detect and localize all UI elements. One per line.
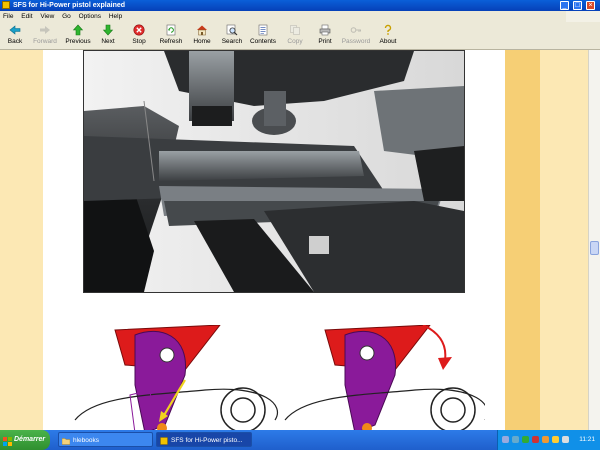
contents-button[interactable]: Contents [248, 24, 278, 45]
page-right-margin [540, 50, 588, 430]
forward-arrow-icon [39, 24, 51, 36]
start-button[interactable]: Démarrer [0, 430, 50, 450]
tray-icon-alert[interactable] [552, 436, 559, 443]
back-arrow-icon [9, 24, 21, 36]
menu-edit[interactable]: Edit [18, 11, 35, 22]
contents-icon [257, 24, 269, 36]
content-area [0, 50, 600, 430]
down-arrow-icon [102, 24, 114, 36]
title-bar[interactable]: SFS for Hi-Power pistol explained _ □ × [0, 0, 600, 11]
stop-icon [133, 24, 145, 36]
about-icon [382, 24, 394, 36]
password-icon [350, 24, 362, 36]
about-button[interactable]: About [376, 24, 400, 45]
tray-icon-antivirus[interactable] [532, 436, 539, 443]
tray-icon-network[interactable] [502, 436, 509, 443]
start-label: Démarrer [14, 436, 46, 443]
menu-view[interactable]: View [37, 11, 57, 22]
next-button[interactable]: Next [96, 24, 120, 45]
home-icon [196, 24, 208, 36]
refresh-button[interactable]: Refresh [156, 24, 186, 45]
toolbar: Back Forward Previous Next Stop Refresh [0, 22, 600, 50]
menu-bar: File Edit View Go Options Help [0, 11, 600, 22]
forward-button[interactable]: Forward [30, 24, 60, 45]
tray-icon-security[interactable] [522, 436, 529, 443]
windows-logo-area [566, 11, 600, 22]
scrollbar-thumb[interactable] [590, 241, 599, 255]
task-label: SFS for Hi-Power pisto... [171, 437, 243, 444]
back-button[interactable]: Back [2, 24, 28, 45]
maximize-button[interactable]: □ [573, 1, 582, 10]
copy-icon [289, 24, 301, 36]
system-tray: 11:21 [497, 430, 600, 450]
menu-options[interactable]: Options [76, 11, 104, 22]
page-right-stripe [505, 50, 540, 430]
task-label: hlebooks [73, 437, 100, 444]
app-icon [2, 1, 10, 9]
refresh-icon [165, 24, 177, 36]
stop-button[interactable]: Stop [128, 24, 150, 45]
previous-button[interactable]: Previous [63, 24, 93, 45]
print-button[interactable]: Print [314, 24, 336, 45]
tray-icon-display[interactable] [512, 436, 519, 443]
minimize-button[interactable]: _ [560, 1, 569, 10]
up-arrow-icon [72, 24, 84, 36]
window-title: SFS for Hi-Power pistol explained [13, 2, 126, 9]
tray-icon-volume[interactable] [562, 436, 569, 443]
home-button[interactable]: Home [191, 24, 213, 45]
taskbar-item-hlebooks[interactable]: hlebooks [58, 432, 153, 447]
tray-icon-update[interactable] [542, 436, 549, 443]
menu-go[interactable]: Go [59, 11, 74, 22]
taskbar-clock: 11:21 [579, 436, 595, 443]
menu-file[interactable]: File [0, 11, 16, 22]
taskbar: Démarrer hlebooks SFS for Hi-Power pisto… [0, 430, 600, 450]
pistol-mechanism-photo [83, 50, 465, 293]
taskbar-item-sfs[interactable]: SFS for Hi-Power pisto... [156, 432, 252, 447]
close-button[interactable]: × [586, 1, 595, 10]
windows-flag-icon [3, 435, 12, 446]
password-button[interactable]: Password [340, 24, 372, 45]
vertical-scrollbar[interactable] [588, 50, 600, 430]
search-icon [226, 24, 238, 36]
book-icon [160, 436, 168, 445]
sear-mechanism-diagram [65, 324, 489, 430]
folder-icon [61, 436, 71, 445]
copy-button[interactable]: Copy [284, 24, 306, 45]
print-icon [319, 24, 331, 36]
page-left-margin [0, 50, 43, 430]
search-button[interactable]: Search [220, 24, 244, 45]
menu-help[interactable]: Help [106, 11, 125, 22]
